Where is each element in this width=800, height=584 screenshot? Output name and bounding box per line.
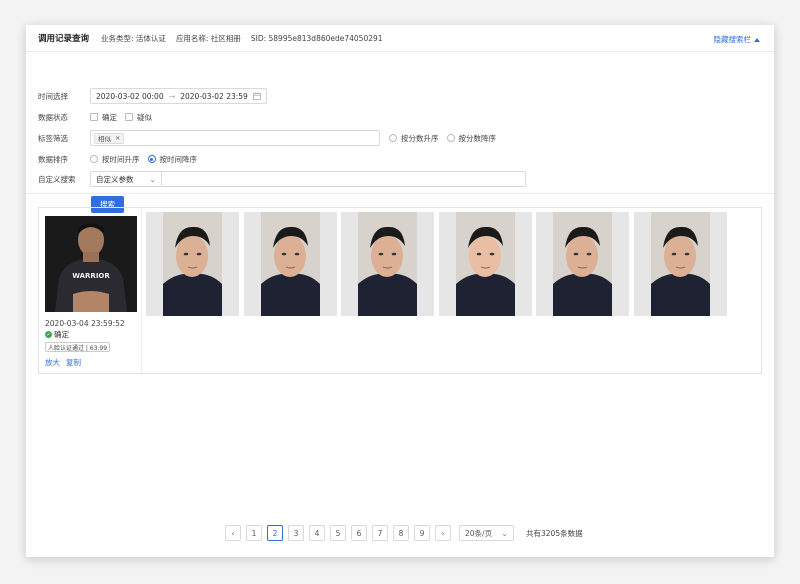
- time-row: 时间选择 2020-03-02 00:00 → 2020-03-02 23:59: [38, 88, 267, 104]
- search-form: 时间选择 2020-03-02 00:00 → 2020-03-02 23:59…: [26, 52, 774, 213]
- page-size-select[interactable]: 20条/页 ⌄: [459, 525, 514, 541]
- time-label: 时间选择: [38, 91, 68, 101]
- radio-icon: [389, 134, 397, 142]
- chevron-down-icon: ⌄: [501, 528, 508, 538]
- time-asc-label: 按时间升序: [102, 154, 140, 164]
- face-image: [341, 212, 434, 316]
- checkbox-icon: [90, 113, 98, 121]
- checkbox-icon: [125, 113, 133, 121]
- time-asc-radio[interactable]: 按时间升序: [90, 154, 140, 165]
- radio-icon: [446, 134, 455, 142]
- date-end[interactable]: 2020-03-02 23:59: [180, 92, 248, 101]
- hide-search-toggle[interactable]: 隐藏搜索栏: [713, 34, 760, 45]
- page-button[interactable]: 4: [309, 525, 325, 541]
- score-desc-label: 按分数降序: [458, 133, 497, 143]
- card-actions: 放大 复制: [45, 357, 81, 368]
- status-option-label: 确定: [102, 112, 117, 122]
- face-image: [243, 212, 337, 316]
- custom-param-value: 自定义参数: [96, 174, 134, 184]
- score-asc-radio[interactable]: 按分数升序: [389, 133, 439, 144]
- tag-select[interactable]: 相似 ×: [90, 130, 380, 146]
- close-icon[interactable]: ×: [115, 134, 120, 142]
- session-id: SID: 58995e813d860ede74050291: [250, 33, 383, 43]
- status-text: 确定: [54, 330, 69, 339]
- page-button[interactable]: 3: [288, 525, 304, 541]
- custom-search-row: 自定义搜索 自定义参数 ⌄: [38, 171, 526, 187]
- status-option-label: 疑似: [137, 112, 152, 122]
- radio-selected-icon: [147, 155, 156, 163]
- face-thumbnail[interactable]: [633, 212, 727, 316]
- app-name: 应用名称: 社区相册: [175, 33, 241, 43]
- page-button[interactable]: 6: [351, 525, 367, 541]
- profile-photo[interactable]: WARRIOR: [45, 216, 137, 312]
- date-range-picker[interactable]: 2020-03-02 00:00 → 2020-03-02 23:59: [90, 88, 267, 104]
- page-button[interactable]: 7: [372, 525, 388, 541]
- score-desc-radio[interactable]: 按分数降序: [446, 133, 497, 144]
- custom-search-input[interactable]: [162, 171, 526, 187]
- page-header: 调用记录查询 业务类型: 活体认证 应用名称: 社区相册 SID: 58995e…: [26, 25, 774, 52]
- check-circle-icon: ✓: [45, 331, 52, 338]
- next-page-button[interactable]: ›: [435, 525, 451, 541]
- face-auth-badge: 人脸认证通过 | 63.99: [45, 342, 111, 352]
- time-desc-radio[interactable]: 按时间降序: [147, 154, 198, 165]
- status-label: 数据状态: [38, 112, 68, 122]
- status-row: 数据状态 确定 疑似: [38, 109, 160, 125]
- business-type: 业务类型: 活体认证: [101, 33, 166, 43]
- chevron-down-icon: ⌄: [149, 174, 156, 184]
- calendar-icon: [253, 92, 261, 100]
- time-desc-label: 按时间降序: [159, 154, 198, 164]
- score-asc-label: 按分数升序: [401, 133, 439, 143]
- tag-chip[interactable]: 相似 ×: [94, 132, 125, 144]
- profile-person-image: WARRIOR: [45, 216, 137, 312]
- tag-filter-label: 标签筛选: [38, 133, 68, 143]
- pagination: ‹ 123456789 › 20条/页 ⌄ 共有3205条数据: [225, 525, 583, 541]
- tag-row: 标签筛选 相似 × 按分数升序 按分数降序: [38, 130, 504, 146]
- face-thumbnail[interactable]: [146, 212, 239, 316]
- chevron-left-icon: ‹: [231, 528, 235, 538]
- face-image: [536, 212, 629, 316]
- tag-chip-label: 相似: [98, 135, 111, 143]
- face-thumbnail[interactable]: [341, 212, 434, 316]
- face-thumbnail[interactable]: [243, 212, 337, 316]
- page-button[interactable]: 9: [414, 525, 430, 541]
- face-thumbnail[interactable]: [438, 212, 532, 316]
- date-start[interactable]: 2020-03-02 00:00: [96, 92, 164, 101]
- custom-search-label: 自定义搜索: [38, 174, 76, 184]
- page-button[interactable]: 1: [246, 525, 262, 541]
- page-button[interactable]: 5: [330, 525, 346, 541]
- chevron-right-icon: ›: [441, 528, 445, 538]
- hide-search-label: 隐藏搜索栏: [713, 35, 752, 44]
- status-badge: ✓ 确定: [45, 329, 69, 340]
- prev-page-button[interactable]: ‹: [225, 525, 241, 541]
- query-window: 调用记录查询 业务类型: 活体认证 应用名称: 社区相册 SID: 58995e…: [26, 25, 774, 557]
- shirt-text: WARRIOR: [72, 272, 110, 280]
- face-image: [438, 212, 532, 316]
- face-image: [146, 212, 239, 316]
- zoom-link[interactable]: 放大: [45, 357, 60, 368]
- record-card: WARRIOR 2020-03-04 23:59:52 ✓ 确定 人脸认证通过 …: [39, 208, 142, 373]
- face-thumbnail[interactable]: [536, 212, 629, 316]
- record-timestamp: 2020-03-04 23:59:52: [45, 319, 125, 328]
- page-button[interactable]: 2: [267, 525, 283, 541]
- custom-param-select[interactable]: 自定义参数 ⌄: [90, 171, 162, 187]
- caret-up-icon: [754, 37, 760, 42]
- results-panel: WARRIOR 2020-03-04 23:59:52 ✓ 确定 人脸认证通过 …: [38, 207, 762, 374]
- sort-row: 数据排序 按时间升序 按时间降序: [38, 151, 205, 167]
- status-suspect-checkbox[interactable]: 疑似: [125, 112, 152, 123]
- total-count: 共有3205条数据: [526, 528, 583, 538]
- page-size-value: 20条/页: [465, 528, 493, 538]
- arrow-right-icon: →: [168, 91, 176, 101]
- page-button[interactable]: 8: [393, 525, 409, 541]
- status-confirmed-checkbox[interactable]: 确定: [90, 112, 117, 123]
- page-title: 调用记录查询: [38, 34, 90, 44]
- face-image: [633, 212, 727, 316]
- copy-link[interactable]: 复制: [66, 357, 81, 368]
- page-list: 123456789: [246, 525, 430, 541]
- radio-icon: [90, 155, 98, 163]
- sort-label: 数据排序: [38, 154, 68, 164]
